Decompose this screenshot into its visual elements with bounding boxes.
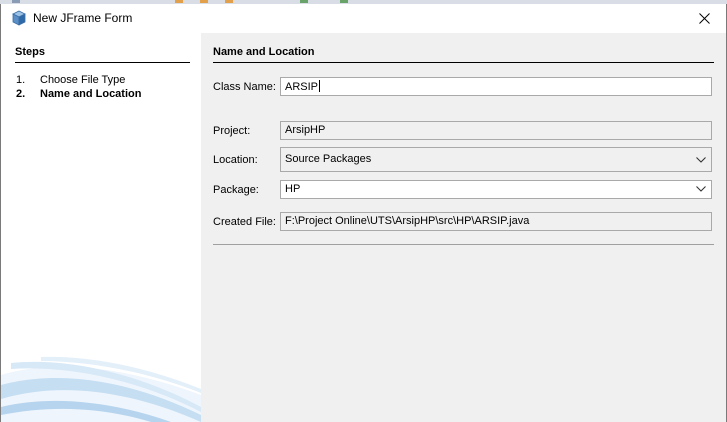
step-number: 2.: [16, 88, 26, 100]
window-title: New JFrame Form: [33, 11, 133, 25]
close-icon: [698, 13, 710, 24]
package-value: HP: [285, 183, 301, 195]
toolbar-fragment: [300, 0, 308, 3]
class-name-value: ARSIP: [285, 81, 319, 93]
chevron-down-icon: [696, 157, 706, 163]
toolbar-fragment: [200, 0, 208, 3]
created-file-field: F:\Project Online\UTS\ArsipHP\src\HP\ARS…: [280, 212, 712, 231]
panel-divider: [213, 62, 714, 63]
step-choose-file-type: 1. Choose File Type: [16, 74, 125, 86]
wizard-swoosh-decoration: [1, 356, 201, 422]
dialog-content: Steps 1. Choose File Type 2. Name and Loca…: [1, 33, 726, 422]
location-label: Location:: [213, 154, 258, 166]
toolbar-fragment: [175, 0, 183, 3]
location-value: Source Packages: [285, 153, 372, 165]
project-label: Project:: [213, 125, 251, 137]
bottom-separator: [213, 244, 714, 245]
class-name-label: Class Name:: [213, 81, 276, 93]
class-name-input[interactable]: ARSIP: [280, 77, 712, 96]
steps-divider: [15, 62, 190, 63]
new-jframe-form-dialog: New JFrame Form Steps 1. Choose File Type…: [0, 4, 727, 422]
created-file-label: Created File:: [213, 216, 276, 228]
location-combobox[interactable]: Source Packages: [280, 147, 712, 172]
project-field: ArsipHP: [280, 121, 712, 140]
netbeans-cube-icon: [12, 10, 26, 26]
chevron-down-icon: [696, 186, 706, 192]
steps-panel: Steps 1. Choose File Type 2. Name and Loca…: [1, 33, 201, 422]
panel-title: Name and Location: [213, 46, 315, 58]
text-caret: [319, 80, 321, 92]
step-name-and-location: 2. Name and Location: [16, 88, 141, 100]
toolbar-fragment: [340, 0, 348, 3]
step-number: 1.: [16, 74, 26, 86]
toolbar-fragment: [12, 0, 20, 3]
step-label: Choose File Type: [40, 74, 126, 86]
package-label: Package:: [213, 184, 259, 196]
steps-title: Steps: [15, 46, 45, 58]
title-bar[interactable]: New JFrame Form: [1, 4, 726, 33]
package-combobox[interactable]: HP: [280, 180, 712, 199]
toolbar-fragment: [225, 0, 233, 3]
step-label: Name and Location: [40, 88, 142, 100]
close-button[interactable]: [682, 4, 726, 33]
name-and-location-panel: Name and Location Class Name: ARSIP Proj…: [201, 33, 726, 422]
